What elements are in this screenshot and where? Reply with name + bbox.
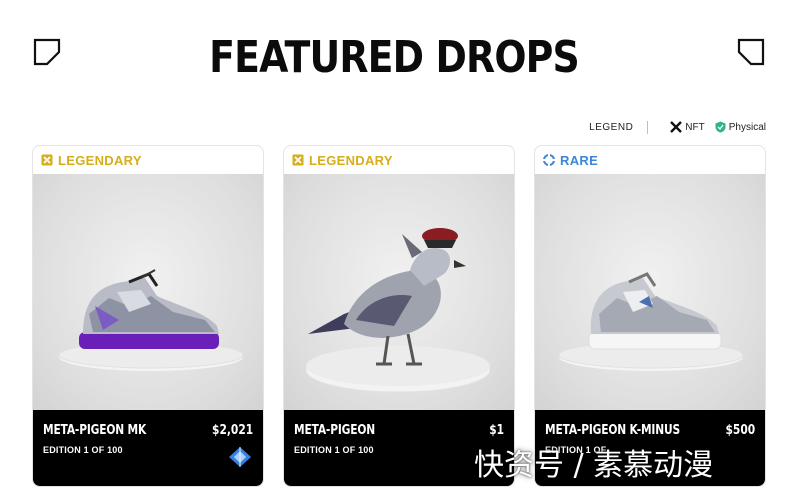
watermark-text: 快资号 / 素慕动漫 [474, 448, 714, 483]
legend-bar: LEGEND NFT Physical [589, 120, 766, 134]
tier-badge: LEGENDARY [33, 146, 263, 174]
edition-label: EDITION 1 OF 100 [43, 445, 123, 455]
tier-label: LEGENDARY [58, 152, 142, 168]
product-name: META-PIGEON [294, 423, 376, 438]
card-footer: META-PIGEON MK $2,021 EDITION 1 OF 100 [33, 410, 263, 486]
sneaker-image [558, 272, 744, 371]
tier-badge: RARE [535, 146, 765, 174]
legendary-icon [41, 154, 53, 166]
sneaker-image [58, 269, 244, 371]
product-image[interactable] [284, 174, 514, 410]
product-price: $2,021 [211, 423, 253, 438]
product-image[interactable] [33, 174, 263, 410]
product-name: META-PIGEON K-MINUS [545, 423, 680, 438]
drop-card[interactable]: LEGENDARY META-PIGEON $1 EDITION 1 OF 10… [283, 145, 515, 487]
physical-shield-icon [715, 121, 726, 133]
page-title: FEATURED DROPS [209, 32, 580, 83]
pigeon-sculpture-image [305, 228, 491, 393]
product-name: META-PIGEON MK [43, 423, 147, 438]
nft-gem-icon [229, 447, 251, 467]
product-price: $500 [725, 423, 755, 438]
drop-card[interactable]: RARE META-PIGEON K-MINUS $500 EDITION 1 … [534, 145, 766, 487]
tier-badge: LEGENDARY [284, 146, 514, 174]
rare-icon [543, 154, 555, 166]
legendary-icon [292, 154, 304, 166]
edition-label: EDITION 1 OF 100 [294, 445, 374, 455]
product-image[interactable] [535, 174, 765, 410]
legend-physical-label: Physical [728, 121, 766, 133]
corner-bracket-right-icon [737, 38, 765, 66]
legend-nft-label: NFT [685, 121, 705, 133]
tier-label: LEGENDARY [309, 152, 393, 168]
tier-label: RARE [560, 152, 599, 168]
legend-item-physical: Physical [715, 121, 766, 133]
product-price: $1 [489, 423, 504, 438]
drop-card[interactable]: LEGENDARY META-PIGEON MK $2,021 EDITION … [32, 145, 264, 487]
nft-x-icon [670, 121, 683, 133]
legend-divider [647, 120, 649, 134]
legend-label[interactable]: LEGEND [589, 122, 633, 133]
legend-item-nft: NFT [670, 121, 705, 133]
